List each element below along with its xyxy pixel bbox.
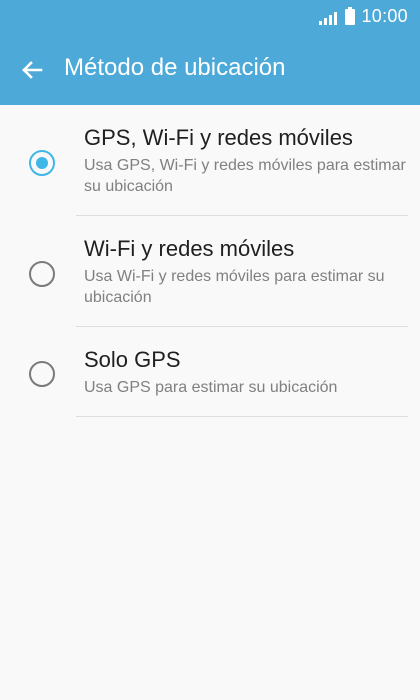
option-wifi-mobile[interactable]: Wi-Fi y redes móviles Usa Wi-Fi y redes … [0,216,420,327]
back-arrow-icon [22,60,43,79]
page-title: Método de ubicación [64,53,286,81]
option-gps-only[interactable]: Solo GPS Usa GPS para estimar su ubicaci… [0,327,420,417]
option-gps-wifi-mobile[interactable]: GPS, Wi-Fi y redes móviles Usa GPS, Wi-F… [0,105,420,216]
option-title: Wi-Fi y redes móviles [84,236,295,261]
radio-button[interactable] [29,261,55,287]
option-description: Usa Wi-Fi y redes móviles para estimar s… [84,268,385,306]
back-button[interactable] [0,34,64,105]
radio-button[interactable] [29,150,55,176]
radio-button[interactable] [29,361,55,387]
location-method-screen: 10:00 Método de ubicación GPS, Wi-Fi y r… [0,0,420,700]
option-description: Usa GPS, Wi-Fi y redes móviles para esti… [84,157,406,195]
status-bar: 10:00 [0,0,420,34]
option-text: GPS, Wi-Fi y redes móviles Usa GPS, Wi-F… [84,125,408,197]
toolbar: Método de ubicación [0,34,420,105]
option-title: GPS, Wi-Fi y redes móviles [84,125,353,150]
option-text: Solo GPS Usa GPS para estimar su ubicaci… [84,347,408,398]
divider [76,416,408,417]
option-description: Usa GPS para estimar su ubicación [84,379,338,396]
signal-icon [319,9,339,25]
app-header: 10:00 Método de ubicación [0,0,420,105]
battery-icon [345,6,356,25]
option-title: Solo GPS [84,347,181,372]
status-icons: 10:00 [319,6,408,27]
status-clock: 10:00 [361,6,408,26]
option-text: Wi-Fi y redes móviles Usa Wi-Fi y redes … [84,236,408,308]
location-method-list: GPS, Wi-Fi y redes móviles Usa GPS, Wi-F… [0,105,420,417]
